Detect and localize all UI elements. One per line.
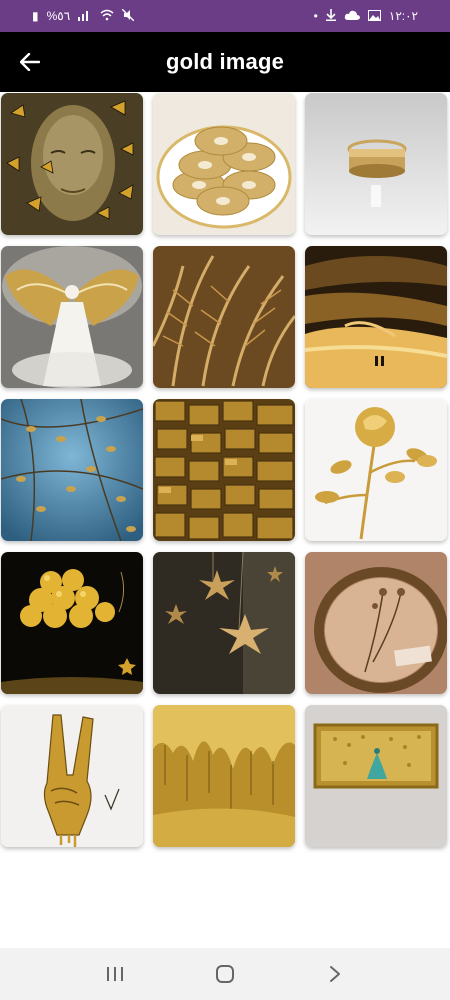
gold-frame-image [305,552,447,694]
gallery-item[interactable] [305,705,447,847]
gallery-item[interactable] [1,93,143,235]
battery-icon: ▮ [32,9,39,23]
download-icon [325,9,336,23]
gold-hand-image [1,705,143,847]
gallery-item[interactable] [305,399,447,541]
gallery-item[interactable] [153,93,295,235]
app-bar: gold image [0,32,450,92]
gallery-item[interactable] [153,399,295,541]
gallery-item[interactable] [1,399,143,541]
chevron-right-icon [330,966,340,982]
system-nav-bar [0,948,450,1000]
image-icon [367,9,381,23]
gold-feathers-image [153,246,295,388]
gold-rose-image [305,399,447,541]
gold-angel-image [1,246,143,388]
gold-stars-image [153,552,295,694]
gallery-item[interactable] [153,552,295,694]
gallery-item[interactable] [305,552,447,694]
gold-leaves-image [1,399,143,541]
gallery-item[interactable] [305,246,447,388]
recents-button[interactable] [95,954,135,994]
gold-face-image [1,93,143,235]
gallery-item[interactable] [1,552,143,694]
gold-peacock-image [305,705,447,847]
recents-icon [107,967,123,981]
cloud-icon [344,10,360,22]
gallery-item[interactable] [1,246,143,388]
image-grid [0,93,450,847]
back-button[interactable] [14,46,46,78]
status-bar: ▮ %٥٦ • ١٢:٠٢ [0,0,450,32]
gold-rings-image [305,93,447,235]
arrow-left-icon [20,53,40,71]
gallery-item[interactable] [153,246,295,388]
clock: ١٢:٠٢ [388,9,418,23]
mute-icon [121,8,135,23]
gold-beach-image [305,246,447,388]
gallery-item[interactable] [1,705,143,847]
status-right: • ١٢:٠٢ [314,9,418,23]
wifi-icon [100,9,114,23]
gold-drip-image [153,705,295,847]
status-left: ▮ %٥٦ [32,8,135,23]
nav-back-button[interactable] [315,954,355,994]
signal-icon [78,9,92,23]
page-title: gold image [165,49,285,74]
dot-icon: • [313,9,318,23]
gallery-item[interactable] [153,705,295,847]
gallery-item[interactable] [305,93,447,235]
home-icon [216,965,234,983]
gold-balloons-image [1,552,143,694]
gold-tiles-image [153,399,295,541]
gold-donuts-image [153,93,295,235]
home-button[interactable] [205,954,245,994]
battery-percent: %٥٦ [46,9,71,23]
